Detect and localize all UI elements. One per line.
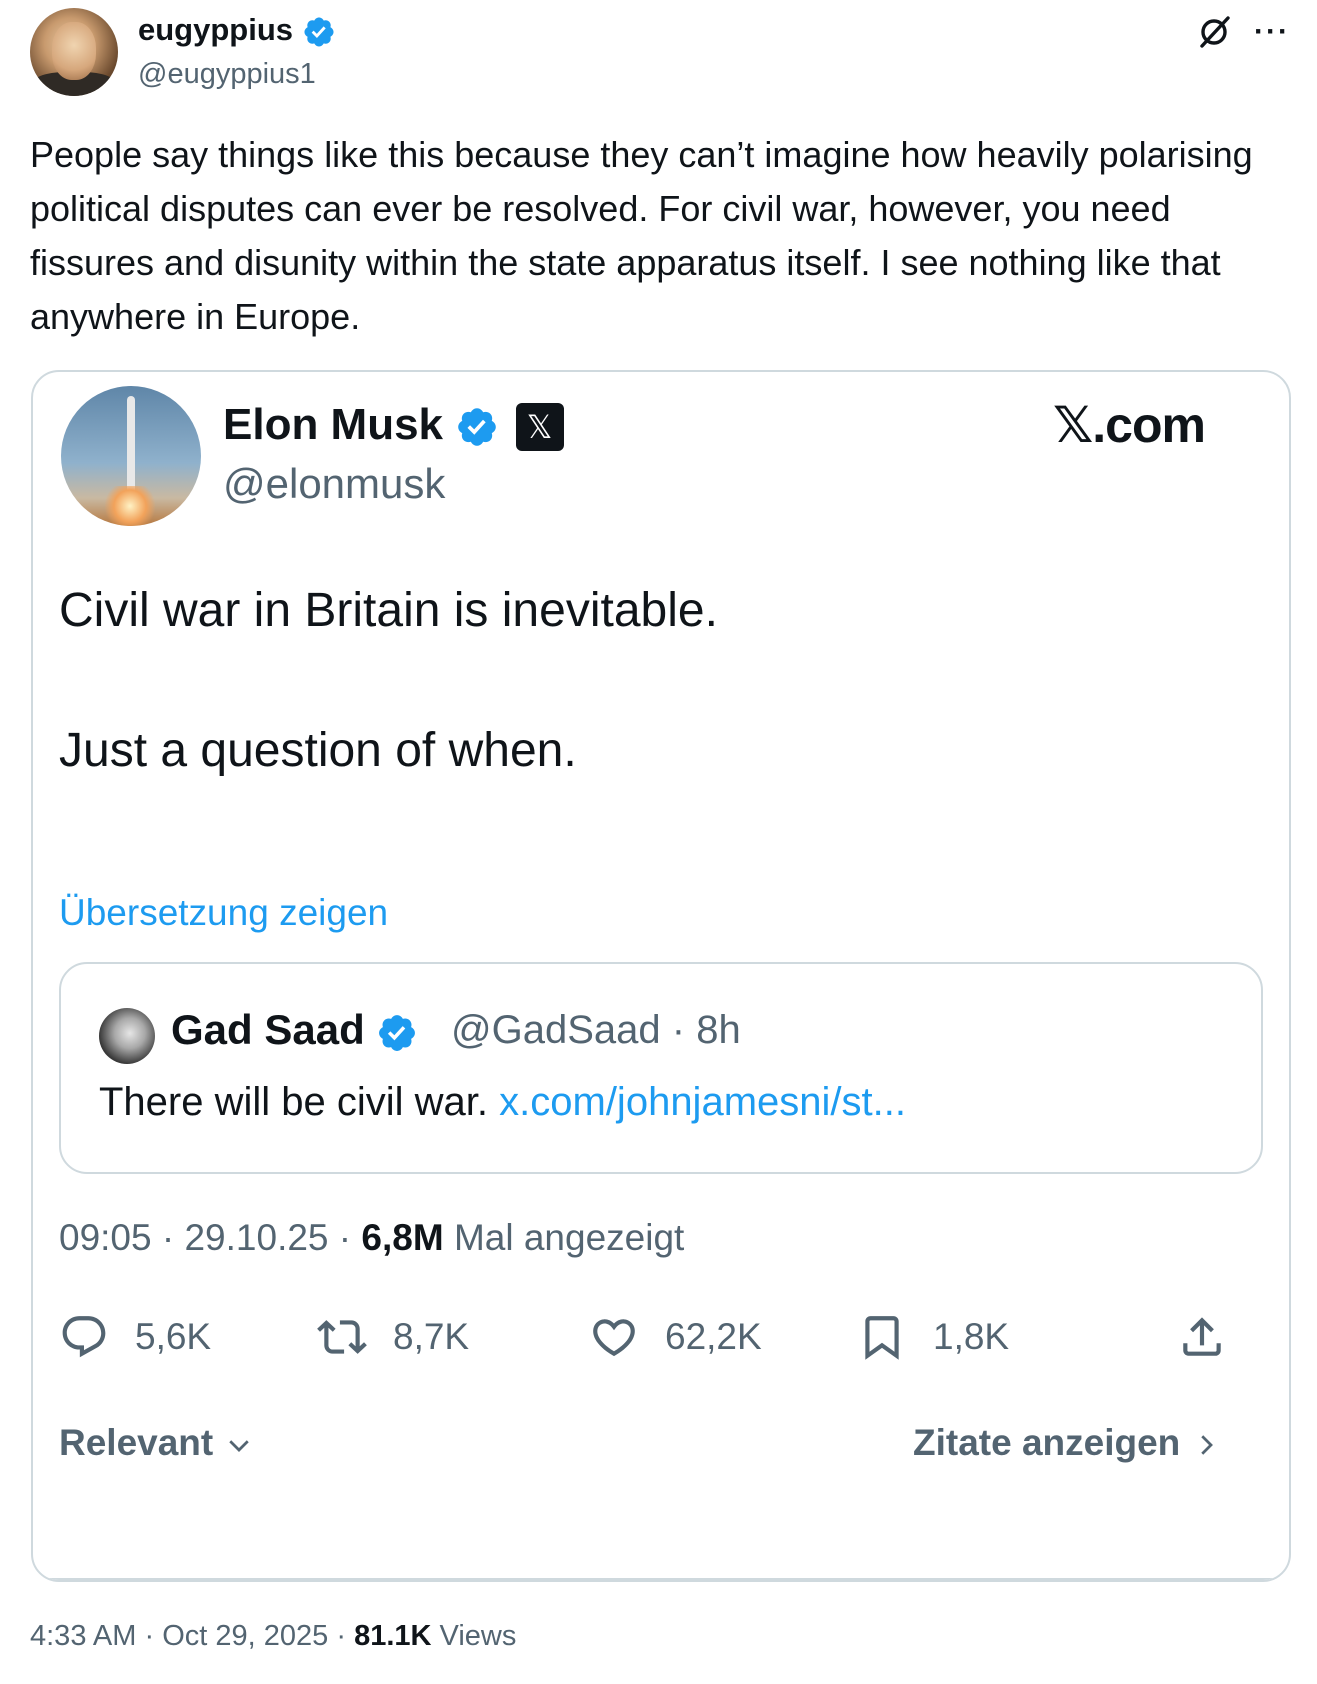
reply-count: 5,6K — [135, 1316, 212, 1357]
quoted-text-body: There will be civil war. — [99, 1080, 489, 1124]
quoted-tweet[interactable]: Gad Saad @GadSaad · 8h There will be civ… — [59, 962, 1263, 1174]
footer-time[interactable]: 4:33 AM — [30, 1620, 136, 1652]
quoted-meta: @GadSaad · 8h — [451, 1008, 741, 1053]
meta-separator: · — [338, 1217, 352, 1258]
like-button[interactable]: 62,2K — [589, 1307, 762, 1367]
x-affiliate-badge-icon: 𝕏 — [515, 403, 564, 452]
author-name[interactable]: eugyppius — [138, 12, 293, 47]
reply-icon — [62, 1316, 106, 1358]
embed-views-label: Mal angezeigt — [453, 1217, 685, 1258]
quoted-age: 8h — [696, 1008, 741, 1052]
meta-separator: · — [336, 1620, 346, 1652]
embed-author-name-row[interactable]: Elon Musk 𝕏 — [223, 400, 564, 452]
chevron-down-icon — [228, 1440, 249, 1453]
chevron-right-icon — [1200, 1435, 1213, 1455]
meta-separator: · — [671, 1008, 686, 1052]
card-bottom-divider — [33, 1578, 1289, 1580]
quotes-label: Zitate anzeigen — [913, 1422, 1181, 1463]
quoted-link[interactable]: x.com/johnjamesni/st... — [499, 1080, 906, 1124]
footer-views-count: 81.1K — [354, 1620, 432, 1652]
footer-views-label: Views — [439, 1620, 517, 1652]
share-button[interactable] — [1177, 1307, 1227, 1367]
bookmark-button[interactable]: 1,8K — [857, 1307, 1009, 1367]
like-count: 62,2K — [665, 1316, 762, 1357]
repost-button[interactable]: 8,7K — [317, 1307, 469, 1367]
tweet-footer-meta: 4:33 AM · Oct 29, 2025 · 81.1K Views — [30, 1620, 516, 1653]
embed-meta: 09:05 · 29.10.25 · 6,8M Mal angezeigt — [59, 1217, 684, 1259]
embed-tweet-text: Civil war in Britain is inevitable. Just… — [59, 580, 1259, 860]
embed-text-line: Just a question of when. — [59, 724, 577, 777]
quoted-name[interactable]: Gad Saad — [171, 1006, 365, 1053]
embed-author-name[interactable]: Elon Musk — [223, 400, 443, 449]
xcom-logo: 𝕏.com — [1053, 397, 1206, 453]
quoted-handle[interactable]: @GadSaad — [451, 1008, 661, 1052]
elon-avatar[interactable] — [61, 386, 201, 526]
like-icon — [593, 1319, 635, 1357]
rocket-plume-shape — [105, 486, 155, 526]
verified-badge-icon — [458, 408, 497, 447]
meta-separator: · — [144, 1620, 155, 1652]
translate-link[interactable]: Übersetzung zeigen — [59, 892, 388, 934]
reply-button[interactable]: 5,6K — [59, 1307, 211, 1367]
meta-separator: · — [161, 1217, 175, 1258]
author-name-row[interactable]: eugyppius — [138, 12, 336, 49]
bookmark-count: 1,8K — [933, 1316, 1010, 1357]
share-icon — [1183, 1317, 1221, 1356]
grok-icon[interactable] — [1196, 14, 1232, 50]
embed-views-count: 6,8M — [361, 1217, 444, 1258]
sort-relevant-dropdown[interactable]: Relevant — [59, 1422, 254, 1464]
author-avatar[interactable] — [30, 8, 118, 96]
more-icon[interactable]: ··· — [1254, 14, 1290, 50]
quoted-text: There will be civil war. x.com/johnjames… — [99, 1080, 906, 1125]
rocket-shape — [127, 396, 135, 496]
embed-author-handle[interactable]: @elonmusk — [223, 460, 445, 508]
repost-icon — [317, 1320, 367, 1354]
sort-label: Relevant — [59, 1422, 214, 1463]
tweet-text: People say things like this because they… — [30, 134, 1253, 337]
verified-badge-icon — [379, 1014, 416, 1051]
embed-text-line: Civil war in Britain is inevitable. — [59, 584, 718, 637]
embedded-tweet-card[interactable]: Elon Musk 𝕏 @elonmusk 𝕏.com Civil war in… — [31, 370, 1291, 1582]
bookmark-icon — [865, 1316, 899, 1360]
footer-date[interactable]: Oct 29, 2025 — [162, 1620, 328, 1652]
quoted-name-row[interactable]: Gad Saad — [171, 1006, 418, 1054]
view-quotes-link[interactable]: Zitate anzeigen — [913, 1422, 1221, 1464]
author-handle[interactable]: @eugyppius1 — [138, 58, 316, 91]
quoted-avatar[interactable] — [99, 1008, 155, 1064]
avatar-face — [52, 22, 96, 80]
embed-date[interactable]: 29.10.25 — [184, 1217, 328, 1258]
embed-time[interactable]: 09:05 — [59, 1217, 152, 1258]
verified-badge-icon — [304, 17, 334, 47]
repost-count: 8,7K — [393, 1316, 470, 1357]
